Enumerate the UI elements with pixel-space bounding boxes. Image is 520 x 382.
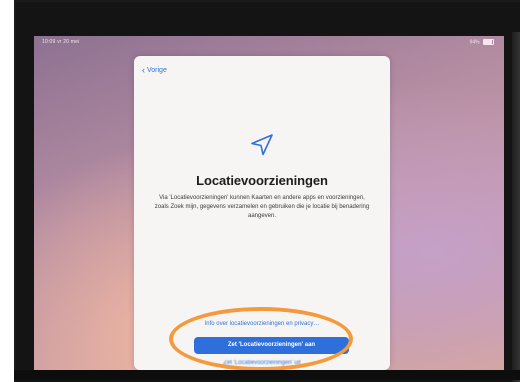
status-bar: 10:09 vr 20 mei 94% [34, 36, 504, 50]
highlight-annotation-circle [169, 307, 353, 370]
location-arrow-icon [251, 134, 273, 156]
battery-icon [483, 39, 494, 45]
bottom-bezel [14, 370, 520, 380]
page-title: Locatievoorzieningen [196, 173, 328, 188]
battery-percentage: 94% [469, 39, 480, 46]
status-battery: 94% [470, 39, 494, 45]
description-text: Via 'Locatievoorzieningen' kunnen Kaarte… [154, 195, 370, 219]
photo-frame: 10:09 vr 20 mei 94% ‹ Vorige Locatievoorz… [14, 0, 520, 382]
back-button[interactable]: ‹ Vorige [142, 65, 167, 75]
status-time: 10:09 vr 20 mei [42, 39, 80, 45]
back-label: Vorige [147, 67, 167, 74]
device-edge [512, 32, 520, 382]
ipad-screen: 10:09 vr 20 mei 94% ‹ Vorige Locatievoorz… [34, 36, 504, 370]
chevron-left-icon: ‹ [142, 65, 145, 75]
